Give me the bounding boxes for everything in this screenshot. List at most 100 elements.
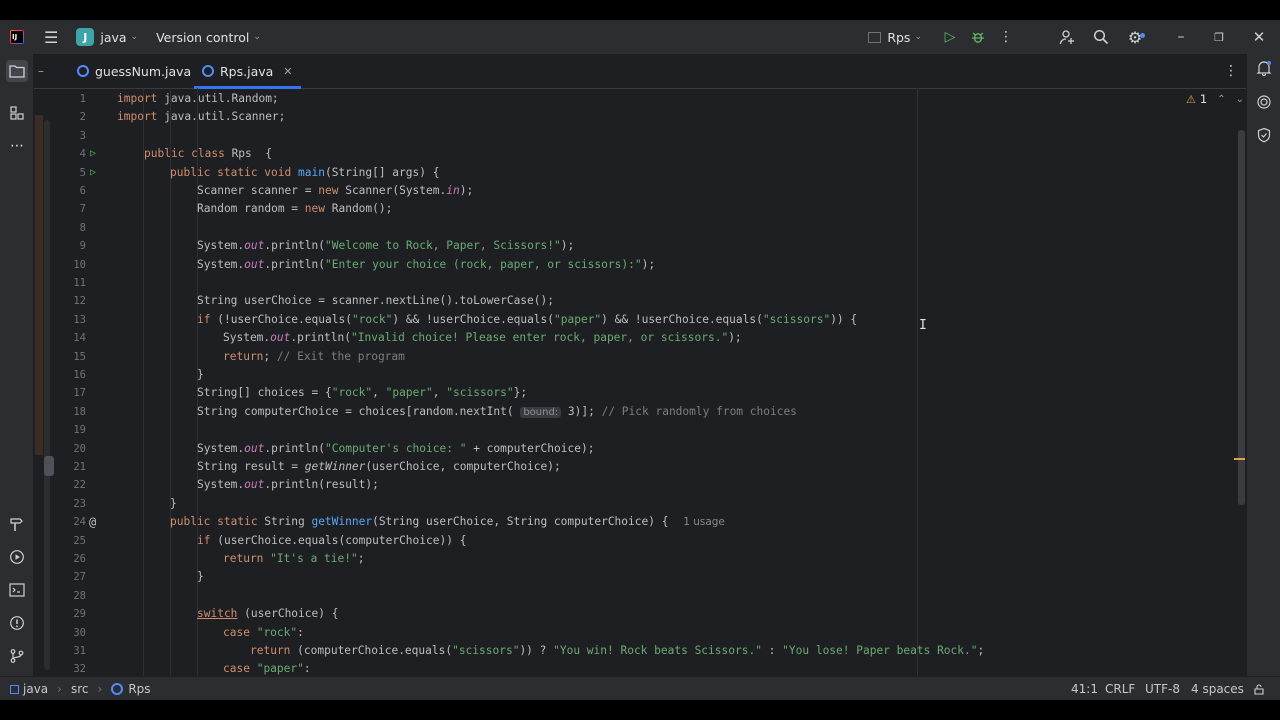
line-number: 20 [73, 442, 86, 455]
indent-setting[interactable]: 4 spaces [1191, 677, 1244, 700]
warning-stripe-marker[interactable] [1234, 458, 1245, 460]
run-gutter-icon[interactable]: ▷ [90, 145, 96, 163]
line-number: 24 [73, 516, 86, 529]
code-text: public static String getWinner(String us… [170, 515, 725, 529]
code-line: 20 System.out.println("Computer's choice:… [58, 440, 1158, 458]
search-icon[interactable] [1084, 29, 1118, 45]
caret-position[interactable]: 41:1 [1071, 677, 1098, 700]
close-tab-icon[interactable]: ✕ [283, 65, 292, 78]
code-text: String userChoice = scanner.nextLine().t… [197, 294, 554, 308]
chevron-down-icon[interactable]: ⌄ [1236, 94, 1244, 105]
run-icon[interactable]: ▷ [936, 29, 964, 45]
project-widget[interactable]: J java ⌄ [76, 28, 138, 46]
line-number: 19 [73, 424, 86, 437]
code-line: 15 return; // Exit the program [58, 348, 1158, 366]
code-line: 26 return "It's a tie!"; [58, 550, 1158, 568]
more-actions-icon[interactable]: ⋮ [992, 29, 1020, 45]
code-text: } [197, 368, 204, 381]
breadcrumb-src[interactable]: src [71, 682, 89, 696]
breadcrumb-java[interactable]: java [23, 682, 48, 696]
line-number: 2 [79, 111, 86, 124]
vcs-widget[interactable]: Version control ⌄ [156, 30, 261, 45]
close-icon[interactable]: ✕ [1238, 28, 1280, 46]
code-text: public class Rps { [144, 147, 272, 161]
inspection-widget[interactable]: ⚠ 1 ⌃ ⌄ [1186, 92, 1244, 106]
code-line: 2 import java.util.Scanner; [58, 108, 1158, 126]
breadcrumb-rps[interactable]: Rps [128, 682, 150, 696]
code-line: 27} [58, 568, 1158, 586]
ai-assistant-icon[interactable] [1253, 91, 1275, 113]
run-services-icon[interactable] [6, 546, 28, 568]
tab-actions-icon[interactable]: ⋮ [1224, 54, 1238, 88]
structure-icon[interactable] [6, 102, 28, 124]
intellij-logo-icon[interactable]: IJ [10, 30, 24, 44]
code-line: 13 if (!userChoice.equals("rock") && !use… [58, 311, 1158, 329]
code-text: if (userChoice.equals(computerChoice)) { [197, 533, 467, 547]
minimize-icon[interactable]: – [1162, 29, 1200, 45]
code-line: 3 [58, 127, 1158, 145]
more-tool-windows-icon[interactable]: ⋯ [6, 135, 28, 157]
at-sign-icon[interactable]: @ [89, 513, 96, 531]
shield-icon[interactable] [1253, 124, 1275, 146]
code-editor[interactable]: 1 import java.util.Random; 2 import java.u… [58, 88, 1246, 676]
code-with-me-icon[interactable] [1050, 29, 1084, 45]
code-line: 1 import java.util.Random; [58, 90, 1158, 108]
project-name: java [100, 29, 127, 45]
hide-panel-icon[interactable]: – [34, 54, 48, 88]
line-number: 32 [73, 663, 86, 676]
code-text: switch (userChoice) { [197, 607, 339, 621]
code-line: 30 case "rock": [58, 624, 1158, 642]
right-toolbar [1246, 54, 1280, 676]
main-menu-icon[interactable]: ☰ [44, 28, 58, 47]
line-number: 25 [73, 534, 86, 547]
settings-gear-icon[interactable]: ⚙ [1118, 28, 1152, 47]
line-number: 9 [79, 240, 86, 253]
file-encoding[interactable]: UTF-8 [1145, 677, 1180, 700]
git-branch-icon[interactable] [6, 645, 28, 667]
run-config-selector[interactable]: Rps ⌄ [868, 30, 922, 45]
code-text: System.out.println("Enter your choice (r… [197, 257, 656, 271]
gutter-scroll-thumb[interactable] [44, 456, 54, 476]
restore-icon[interactable]: ❐ [1200, 31, 1238, 44]
tab-guessnum[interactable]: guessNum.java [71, 54, 197, 88]
code-line: 5 ▷ public static void main(String[] args)… [58, 164, 1158, 182]
warning-icon: ⚠ [1186, 92, 1196, 106]
lock-icon[interactable] [1253, 677, 1265, 700]
code-line: 29 switch (userChoice) { [58, 605, 1158, 623]
title-bar: IJ ☰ J java ⌄ Version control ⌄ Rps ⌄ ▷ … [0, 20, 1280, 54]
chevron-up-icon[interactable]: ⌃ [1217, 94, 1225, 105]
code-line: 21 String result = getWinner(userChoice, … [58, 458, 1158, 476]
java-class-icon [77, 65, 89, 77]
code-text: case "rock": [223, 625, 304, 639]
debug-icon[interactable] [964, 30, 992, 44]
code-text: } [197, 570, 204, 584]
code-line: 11 [58, 274, 1158, 292]
status-bar: java › src › Rps 41:1 CRLF UTF-8 4 space… [0, 676, 1280, 700]
run-gutter-icon[interactable]: ▷ [90, 164, 96, 182]
code-line: 28 [58, 587, 1158, 605]
code-line: 31 return (computerChoice.equals("scissor… [58, 642, 1158, 660]
vcs-label: Version control [156, 29, 250, 45]
breadcrumb-separator: › [57, 682, 62, 696]
line-number: 29 [73, 608, 86, 621]
line-separator[interactable]: CRLF [1105, 677, 1135, 700]
problems-icon[interactable] [6, 612, 28, 634]
usages-hint[interactable]: 1 usage [683, 516, 725, 528]
line-number: 12 [73, 295, 86, 308]
tab-rps[interactable]: Rps.java ✕ [194, 54, 301, 89]
terminal-icon[interactable] [6, 579, 28, 601]
notifications-icon[interactable] [1253, 57, 1275, 79]
code-text: System.out.println("Welcome to Rock, Pap… [197, 239, 575, 253]
line-number: 11 [73, 277, 86, 289]
build-hammer-icon[interactable] [6, 513, 28, 535]
line-number: 10 [73, 258, 86, 271]
code-text: } [170, 496, 177, 510]
line-number: 6 [79, 185, 86, 197]
line-number: 31 [73, 645, 86, 657]
line-number: 15 [73, 350, 86, 363]
param-hint: bound: [520, 406, 562, 418]
tab-label: guessNum.java [95, 63, 192, 79]
java-class-icon [111, 683, 124, 695]
vertical-scrollbar[interactable] [1238, 130, 1245, 505]
project-folder-icon[interactable] [6, 60, 28, 82]
